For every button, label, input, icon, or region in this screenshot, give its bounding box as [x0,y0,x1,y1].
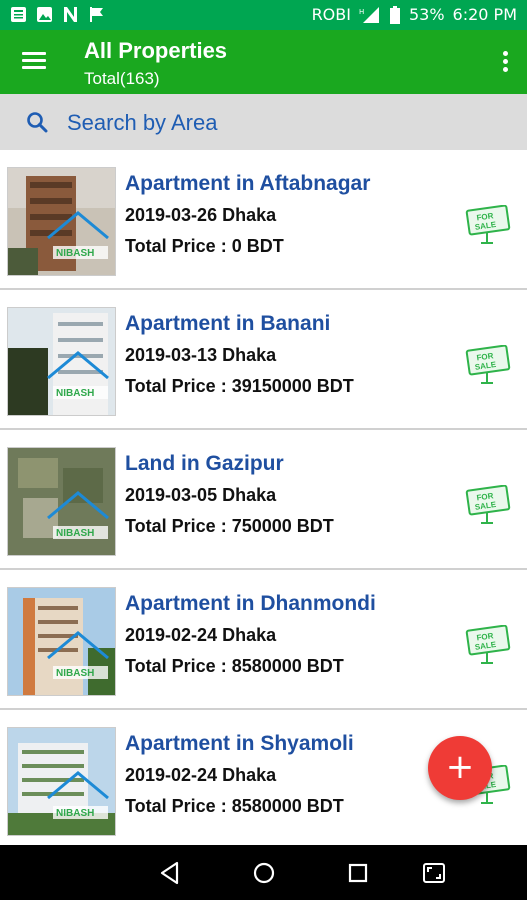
listing-date-location: 2019-03-13 Dhaka [125,345,277,365]
listing-date-location: 2019-03-26 Dhaka [125,205,277,225]
flag-icon [90,7,103,22]
property-thumbnail: NIBASH [7,447,116,556]
screenshot-icon[interactable] [421,860,447,886]
notification-icons [10,6,105,23]
listing-price: Total Price : 750000 BDT [125,516,334,536]
listing-date-location: 2019-02-24 Dhaka [125,765,277,785]
listing-title: Land in Gazipur [125,452,284,475]
list-item[interactable]: NIBASH Apartment in Aftabnagar 2019-03-2… [0,150,527,290]
listing-date-location: 2019-03-05 Dhaka [125,485,277,505]
system-nav-bar [0,845,527,900]
status-bar: ROBI H 53% 6:20 PM [0,0,527,30]
property-thumbnail: NIBASH [7,167,116,276]
nibash-watermark: NIBASH [56,808,94,819]
more-vert-icon[interactable] [501,51,509,73]
list-item[interactable]: NIBASH Apartment in Banani 2019-03-13 Dh… [0,290,527,430]
hamburger-menu-icon[interactable] [22,52,46,72]
svg-text:H: H [359,8,364,16]
nibash-watermark: NIBASH [56,528,94,539]
listing-title: Apartment in Dhanmondi [125,592,376,615]
listing-title: Apartment in Aftabnagar [125,172,371,195]
signal-icon: H [359,7,379,23]
listing-price: Total Price : 8580000 BDT [125,796,344,816]
clock: 6:20 PM [452,5,517,24]
page-title: All Properties [84,38,228,63]
nibash-watermark: NIBASH [56,668,94,679]
property-thumbnail: NIBASH [7,307,116,416]
property-thumbnail: NIBASH [7,727,116,836]
carrier-name: ROBI [311,5,351,24]
listing-price: Total Price : 39150000 BDT [125,376,354,396]
nibash-watermark: NIBASH [56,248,94,259]
for-sale-sign-icon: FOR SALE [465,345,511,384]
listing-price: Total Price : 0 BDT [125,236,284,256]
nibash-watermark: NIBASH [56,388,94,399]
battery-level: 53% [408,5,445,24]
for-sale-sign-icon: FOR SALE [465,625,511,664]
add-property-button[interactable]: + [428,736,492,800]
for-sale-sign-icon: FOR SALE [465,485,511,524]
add-icon[interactable]: + [428,736,492,800]
total-count: Total(163) [84,69,160,88]
recents-icon[interactable] [345,860,371,886]
n-notification-icon [64,7,77,22]
home-icon[interactable] [251,860,277,886]
list-item[interactable]: NIBASH Apartment in Dhanmondi 2019-02-24… [0,570,527,710]
battery-icon [389,6,400,24]
image-icon [37,7,52,22]
news-icon [11,7,26,22]
property-thumbnail: NIBASH [7,587,116,696]
back-icon[interactable] [157,860,183,886]
listing-price: Total Price : 8580000 BDT [125,656,344,676]
search-input[interactable]: Search by Area [67,110,217,136]
list-item[interactable]: NIBASH Land in Gazipur 2019-03-05 Dhaka … [0,430,527,570]
app-bar: All Properties Total(163) [0,30,527,94]
listing-date-location: 2019-02-24 Dhaka [125,625,277,645]
listing-title: Apartment in Shyamoli [125,732,354,755]
listing-title: Apartment in Banani [125,312,331,335]
search-icon[interactable] [26,111,48,133]
for-sale-sign-icon: FOR SALE [465,205,511,244]
search-bar[interactable]: Search by Area [0,94,527,150]
